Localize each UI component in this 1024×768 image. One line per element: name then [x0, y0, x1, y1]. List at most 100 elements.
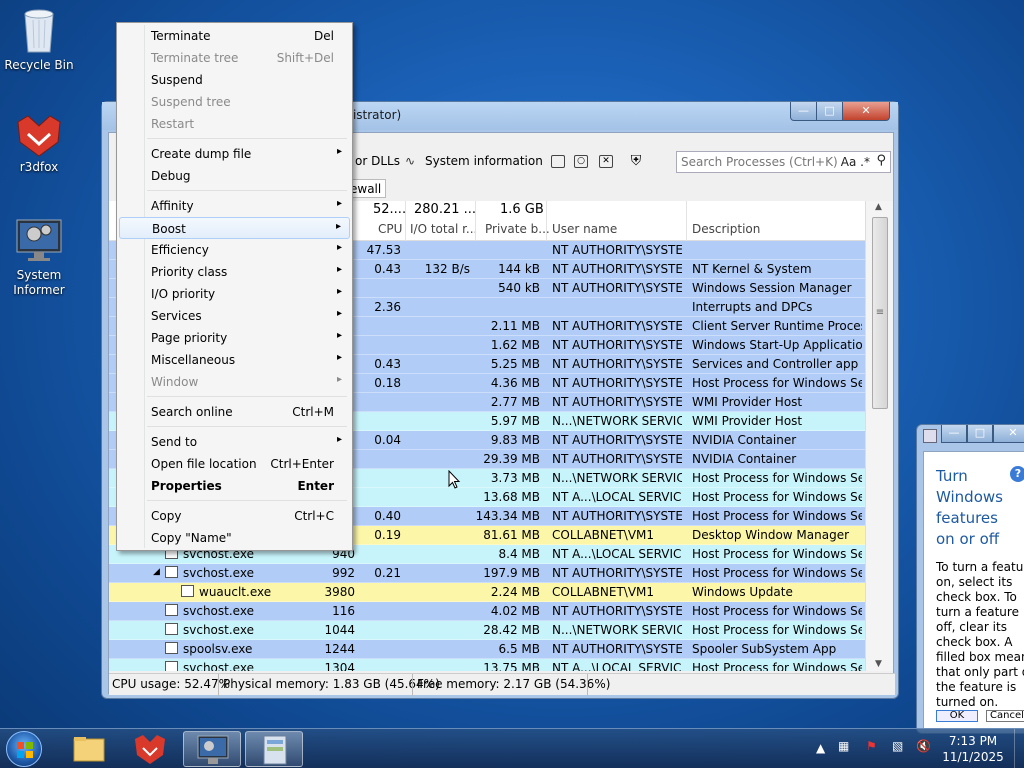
taskbar-system-informer[interactable] [183, 731, 241, 767]
ok-button[interactable]: OK [936, 710, 978, 722]
menu-item-boost[interactable]: Boost ▸ [119, 217, 350, 239]
table-row[interactable]: ◢ svchost.exe 992 0.21 197.9 MB NT AUTHORITY\… [109, 564, 865, 583]
table-row[interactable]: svchost.exe 116 4.02 MB NT AUTHORITY\SYSTEM… [109, 602, 865, 621]
menu-item-page-priority[interactable]: Page priority ▸ [119, 327, 350, 349]
taskbar-explorer[interactable] [60, 731, 118, 767]
menu-item-terminate-tree: Terminate tree Shift+Del [119, 47, 350, 69]
find-window-icon[interactable]: ○ [574, 155, 588, 168]
menu-item-search-online[interactable]: Search online Ctrl+M [119, 401, 350, 423]
maximize-button[interactable]: □ [816, 102, 843, 121]
shield-icon[interactable]: ⛨ [629, 154, 643, 168]
cell-cpu: 2.36 [374, 300, 401, 314]
column-private-bytes[interactable]: Private b... [485, 222, 550, 236]
features-description: To turn a feature on, select its check b… [936, 560, 1024, 709]
menu-item-suspend[interactable]: Suspend [119, 69, 350, 91]
minimize-button[interactable]: — [790, 102, 817, 121]
help-icon[interactable]: ? [1010, 466, 1024, 482]
expand-collapse-icon[interactable]: ◢ [153, 567, 160, 577]
menu-item-services[interactable]: Services ▸ [119, 305, 350, 327]
search-input[interactable]: Search Processes (Ctrl+K) Aa .* ⚲ [676, 151, 891, 173]
menu-item-priority-class[interactable]: Priority class ▸ [119, 261, 350, 283]
vertical-scrollbar[interactable]: ▲ ≡ ▼ [865, 201, 893, 671]
table-row[interactable]: wuauclt.exe 3980 2.24 MB COLLABNET\VM1 Windo… [109, 583, 865, 602]
clock[interactable]: 7:13 PM 11/1/2025 [940, 733, 1006, 765]
menu-item-label: Miscellaneous [151, 353, 236, 367]
desktop-icon-r3dfox[interactable]: r3dfox [4, 112, 74, 175]
close-window-icon[interactable]: ✕ [599, 155, 613, 168]
menu-item-open-file-location[interactable]: Open file location Ctrl+Enter [119, 453, 350, 475]
column-cpu[interactable]: CPU [378, 222, 402, 236]
table-row[interactable]: spoolsv.exe 1244 6.5 MB NT AUTHORITY\SYSTEM… [109, 640, 865, 659]
menu-item-copy[interactable]: Copy Ctrl+C [119, 505, 350, 527]
taskbar-r3dfox[interactable] [121, 731, 179, 767]
menu-item-label: Affinity [151, 199, 194, 213]
action-center-icon[interactable]: ⚑ [866, 739, 877, 753]
cell-priv: 144 kB [498, 262, 540, 276]
menu-item-properties[interactable]: Properties Enter [119, 475, 350, 497]
column-user-name[interactable]: User name [552, 222, 617, 236]
folder-icon [73, 737, 105, 762]
close-button[interactable]: ✕ [993, 425, 1024, 443]
menu-item-label: Create dump file [151, 147, 252, 161]
menu-item-terminate[interactable]: Terminate Del [119, 25, 350, 47]
start-button[interactable] [6, 731, 42, 767]
menu-item-debug[interactable]: Debug [119, 165, 350, 187]
table-row[interactable]: svchost.exe 1304 13.75 MB NT A...\LOCAL SER… [109, 659, 865, 671]
desktop-icon-system-informer[interactable]: System Informer [4, 214, 74, 298]
cell-user: NT AUTHORITY\SYSTEM [552, 243, 682, 257]
taskbar-windows-features[interactable] [245, 731, 303, 767]
search-icon[interactable]: ⚲ [876, 153, 886, 168]
cell-desc: Spooler SubSystem App [692, 642, 837, 656]
desktop-icon-label: r3dfox [19, 160, 59, 174]
scroll-up-icon[interactable]: ▲ [875, 202, 882, 212]
clock-time: 7:13 PM [948, 734, 998, 748]
menu-separator [147, 500, 347, 501]
table-row[interactable]: svchost.exe 1044 28.42 MB N...\NETWORK SERV… [109, 621, 865, 640]
show-desktop-button[interactable] [1014, 729, 1024, 768]
column-io-total[interactable]: I/O total r... [410, 222, 477, 236]
cell-priv: 143.34 MB [475, 509, 540, 523]
cell-priv: 5.97 MB [490, 414, 540, 428]
menu-item-i-o-priority[interactable]: I/O priority ▸ [119, 283, 350, 305]
cell-priv: 8.4 MB [498, 547, 540, 561]
scroll-down-icon[interactable]: ▼ [875, 659, 882, 669]
cell-desc: NVIDIA Container [692, 433, 797, 447]
network-icon[interactable]: ▧ [892, 739, 903, 753]
volume-muted-icon[interactable]: 🔇 [916, 739, 931, 753]
menu-item-affinity[interactable]: Affinity ▸ [119, 195, 350, 217]
minimize-button[interactable]: — [941, 425, 967, 443]
cell-priv: 6.5 MB [498, 642, 540, 656]
menu-separator [147, 190, 347, 191]
cell-cpu: 0.18 [374, 376, 401, 390]
system-information-button[interactable]: System information [425, 154, 543, 168]
menu-item-label: Efficiency [151, 243, 209, 257]
menu-item-send-to[interactable]: Send to ▸ [119, 431, 350, 453]
find-handles-dlls-button[interactable]: or DLLs [355, 154, 400, 168]
scrollbar-thumb[interactable]: ≡ [872, 217, 888, 409]
close-button[interactable]: ✕ [842, 102, 890, 121]
menu-item-copy-name[interactable]: Copy "Name" [119, 527, 350, 549]
maximize-button[interactable]: □ [967, 425, 993, 443]
cell-user: NT AUTHORITY\SYSTEM [552, 433, 682, 447]
cell-priv: 29.39 MB [483, 452, 540, 466]
column-description[interactable]: Description [692, 222, 760, 236]
cell-user: N...\NETWORK SERVICE [552, 414, 682, 428]
desktop-icon-recycle-bin[interactable]: Recycle Bin [4, 8, 74, 73]
menu-item-shortcut: Ctrl+C [294, 509, 334, 523]
menu-item-efficiency[interactable]: Efficiency ▸ [119, 239, 350, 261]
cancel-button[interactable]: Cancel [986, 710, 1024, 722]
menu-item-shortcut: Del [314, 29, 334, 43]
network-adapter-icon[interactable]: ▦ [838, 739, 849, 753]
window-icon[interactable] [551, 155, 565, 168]
show-hidden-icons[interactable]: ▲ [816, 741, 825, 755]
cell-desc: Services and Controller app [692, 357, 859, 371]
desktop-icon-label: System Informer [13, 268, 65, 297]
submenu-arrow-icon: ▸ [336, 146, 342, 157]
cell-priv: 28.42 MB [483, 623, 540, 637]
search-options[interactable]: Aa .* [841, 155, 870, 169]
menu-item-miscellaneous[interactable]: Miscellaneous ▸ [119, 349, 350, 371]
cell-cpu: 0.19 [374, 528, 401, 542]
menu-item-create-dump-file[interactable]: Create dump file ▸ [119, 143, 350, 165]
cell-priv: 197.9 MB [483, 566, 540, 580]
menu-item-label: Open file location [151, 457, 257, 471]
